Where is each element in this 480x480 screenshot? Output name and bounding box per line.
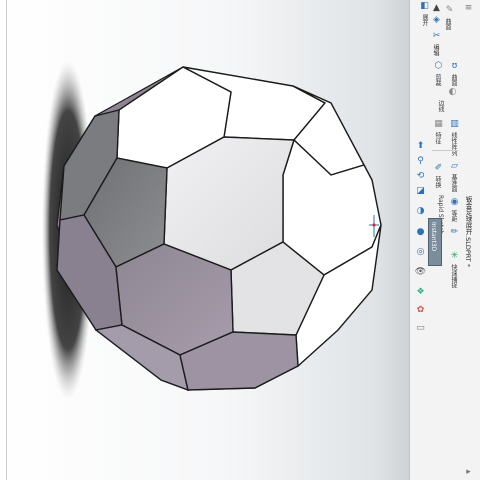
document-title: 钣金足球展开.SLDPRT * — [464, 196, 472, 268]
panel-collapse-icon[interactable]: ▸ — [462, 466, 475, 479]
group-label-5: 转换 — [434, 176, 441, 188]
display-style-icon[interactable]: ◑ — [414, 205, 427, 218]
split-line-icon[interactable]: ◐ — [446, 86, 459, 99]
extrude-icon[interactable]: ✏ — [448, 226, 461, 239]
render-icon[interactable]: ❖ — [414, 286, 427, 299]
group-label-1: 特征 — [434, 132, 441, 144]
toolbar-label-2: 编辑 — [432, 44, 439, 56]
sketch-icon[interactable]: ✐ — [432, 162, 445, 175]
fillet-icon[interactable]: ◉ — [448, 196, 461, 209]
toolbar-label-4: 曲面 — [450, 74, 457, 86]
linear-pattern-icon[interactable]: ▥ — [448, 118, 461, 131]
group-label-2: 基准面 — [450, 174, 457, 192]
panel-options-icon[interactable]: ≡ — [462, 2, 475, 15]
group-label-6: 等距 — [450, 210, 457, 222]
quick-snap-icon[interactable]: ✳ — [448, 250, 461, 263]
instant3d-button[interactable]: Instant3D — [428, 218, 442, 266]
plane-icon[interactable]: ▱ — [448, 160, 461, 173]
soccer-ball-model[interactable] — [0, 0, 409, 480]
scene-icon[interactable]: ◎ — [414, 246, 427, 259]
group-label-0: 边线 — [437, 100, 444, 112]
graphics-viewport[interactable] — [0, 0, 409, 480]
flatten-icon[interactable]: ◧ — [418, 0, 431, 13]
feature-icon[interactable]: ⬡ — [432, 60, 445, 73]
instant3d-label: Instant3D — [430, 222, 437, 252]
monitor-icon[interactable]: ▭ — [414, 322, 427, 335]
view-orientation-icon[interactable]: ⬆ — [414, 140, 427, 153]
rotate-icon[interactable]: ⟲ — [414, 170, 427, 183]
toolbar-separator — [432, 150, 458, 151]
surface-icon[interactable]: ◈ — [430, 14, 443, 27]
extra-label-2: 快速捕捉 — [450, 264, 457, 288]
toolbar-label-1: 展开 — [421, 14, 428, 26]
offset-icon[interactable]: ▦ — [432, 118, 445, 131]
toolbar-label-3: 剪裁 — [434, 74, 441, 86]
toolbar-label-0: 曲面 — [444, 18, 451, 30]
triad-icon — [369, 215, 379, 237]
section-view-icon[interactable]: ◪ — [414, 185, 427, 198]
hide-show-icon[interactable]: 👁 — [414, 266, 427, 279]
appearance-icon[interactable]: ● — [414, 226, 427, 239]
group-label-4: 线性阵列 — [450, 132, 457, 156]
photoview-icon[interactable]: ✿ — [414, 304, 427, 317]
trim-icon[interactable]: ✂ — [430, 30, 443, 43]
ruled-surface-icon[interactable]: ʊ — [448, 60, 461, 73]
edit-icon[interactable]: ✎ — [443, 4, 456, 17]
zoom-icon[interactable]: ⚲ — [414, 155, 427, 168]
